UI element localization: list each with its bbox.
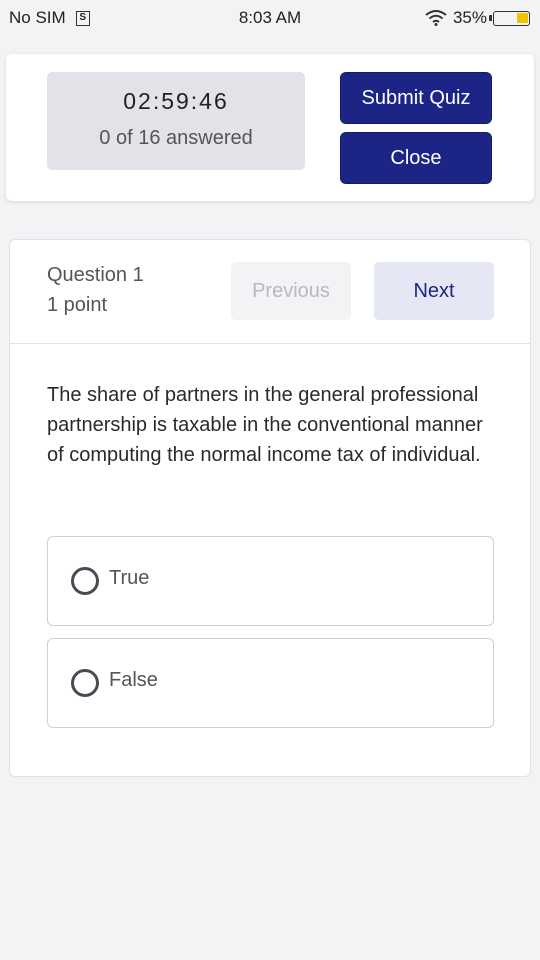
option-true[interactable]: True bbox=[47, 536, 494, 626]
answered-count: 0 of 16 answered bbox=[99, 127, 253, 149]
status-right: 35% bbox=[425, 8, 530, 28]
wifi-icon bbox=[425, 10, 447, 26]
previous-button[interactable]: Previous bbox=[231, 262, 351, 320]
radio-icon[interactable] bbox=[71, 669, 99, 697]
battery-icon bbox=[489, 10, 530, 26]
question-number: Question 1 bbox=[47, 264, 144, 286]
timer-panel: 02:59:46 0 of 16 answered bbox=[47, 72, 305, 170]
submit-quiz-button[interactable]: Submit Quiz bbox=[340, 72, 492, 124]
battery-level bbox=[517, 12, 528, 23]
close-button[interactable]: Close bbox=[340, 132, 492, 184]
option-label: True bbox=[109, 567, 150, 589]
next-button[interactable]: Next bbox=[374, 262, 494, 320]
countdown-timer: 02:59:46 bbox=[123, 88, 229, 114]
question-text: The share of partners in the general pro… bbox=[47, 384, 483, 466]
radio-icon[interactable] bbox=[71, 567, 99, 595]
battery-percent: 35% bbox=[452, 8, 487, 27]
quiz-header-card: 02:59:46 0 of 16 answered Submit Quiz Cl… bbox=[6, 54, 534, 201]
option-false[interactable]: False bbox=[47, 638, 494, 728]
status-bar: No SIM S 8:03 AM 35% bbox=[0, 0, 540, 36]
option-label: False bbox=[109, 669, 158, 691]
question-header: Question 1 1 point Previous Next bbox=[10, 240, 530, 344]
question-points: 1 point bbox=[47, 294, 108, 316]
question-card: Question 1 1 point Previous Next The sha… bbox=[9, 239, 531, 777]
